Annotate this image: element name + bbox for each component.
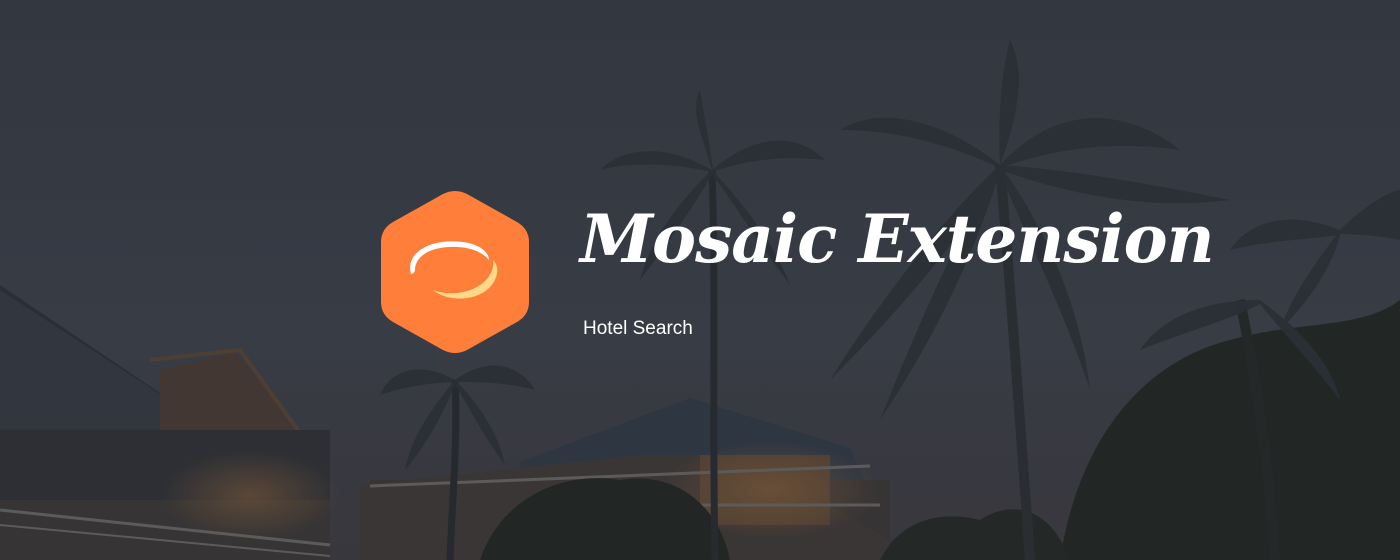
logo-icon [381, 191, 529, 353]
brand-subtitle: Hotel Search [583, 318, 693, 339]
brand-title: Mosaic Extension [580, 200, 1215, 278]
background-hotel-palms [0, 0, 1400, 560]
logo-hexagon [381, 191, 529, 353]
banner: Mosaic Extension Hotel Search [0, 0, 1400, 560]
